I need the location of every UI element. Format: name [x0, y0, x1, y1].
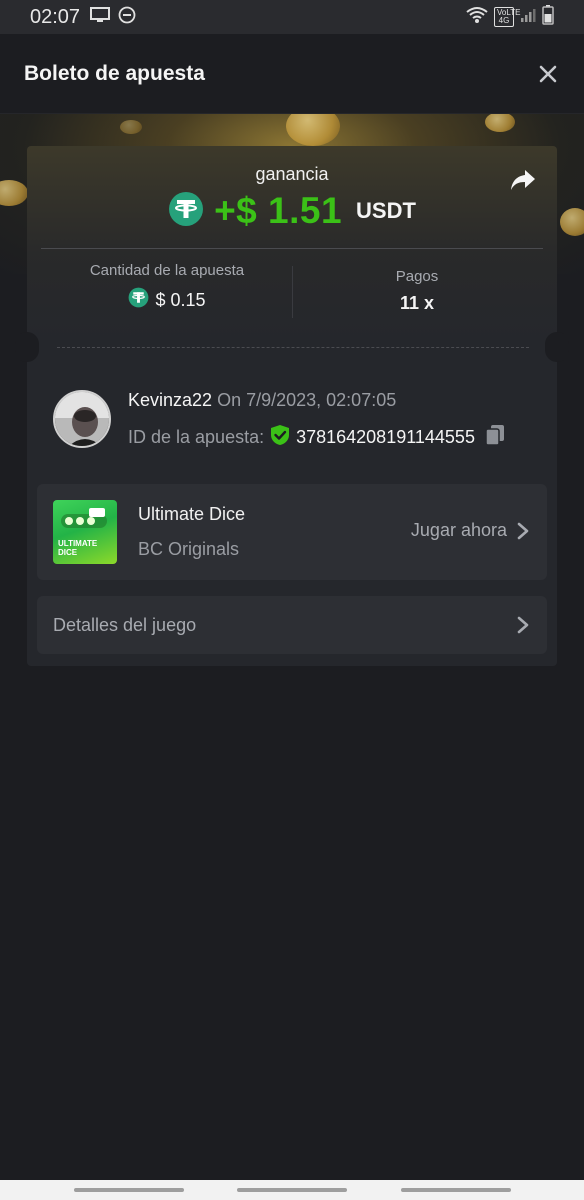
status-time: 02:07 [30, 5, 81, 28]
screen-cast-icon [90, 6, 111, 28]
do-not-disturb-icon [118, 6, 136, 29]
bet-amount-value-row: $ 0.15 [47, 287, 287, 313]
play-now-label: Jugar ahora [410, 520, 507, 540]
chevron-right-icon [517, 616, 529, 634]
bet-amount-label: Cantidad de la apuesta [89, 262, 245, 279]
win-amount: +$ 1.51 [214, 190, 343, 231]
ticket-perforation [57, 347, 529, 348]
signal-icon [520, 7, 536, 28]
header: Boleto de apuesta [0, 34, 584, 114]
bettor-info: Kevinza22 On 7/9/2023, 02:07:05 ID de la… [53, 390, 533, 450]
win-currency: USDT [356, 198, 416, 223]
tether-icon [128, 287, 149, 313]
battery-icon [542, 4, 554, 30]
ticket-notch [15, 332, 39, 362]
wifi-icon [466, 6, 488, 29]
bet-amount-value: $ 0.15 [155, 289, 206, 310]
bet-ticket-card: ganancia +$ 1.51 USDT Cantidad de la apu… [15, 146, 569, 666]
coin-decoration [485, 114, 515, 132]
chevron-right-icon [517, 522, 529, 539]
coin-decoration [560, 208, 584, 236]
recent-apps-button[interactable] [74, 1188, 184, 1192]
bet-date: On 7/9/2023, 02:07:05 [217, 390, 397, 410]
game-thumbnail: ULTIMATE DICE [53, 500, 117, 564]
stat-separator [292, 266, 293, 318]
game-title: Ultimate Dice [138, 504, 246, 524]
payout-stat: Pagos 11 x [297, 262, 537, 314]
copy-button[interactable] [485, 424, 505, 451]
game-provider: BC Originals [138, 539, 240, 559]
payout-value: 11 x [399, 293, 435, 313]
win-amount-row: +$ 1.51 USDT [27, 190, 557, 232]
coin-decoration [0, 180, 28, 206]
ticket-notch [545, 332, 569, 362]
game-details-row[interactable]: Detalles del juego [37, 596, 547, 654]
share-button[interactable] [509, 166, 537, 194]
back-button[interactable] [401, 1188, 511, 1192]
bettor-name-line: Kevinza22 On 7/9/2023, 02:07:05 [128, 390, 396, 411]
bet-id-row: ID de la apuesta: 378164208191144555 [128, 424, 505, 451]
svg-text:ULTIMATE: ULTIMATE [58, 539, 98, 548]
bet-id-label: ID de la apuesta: [128, 427, 265, 447]
status-bar: 02:07 VoLTE 4G [0, 0, 584, 34]
game-card[interactable]: ULTIMATE DICE Ultimate Dice BC Originals… [37, 484, 547, 580]
divider [41, 248, 543, 249]
coin-decoration [120, 120, 142, 134]
network-badge: VoLTE 4G [494, 7, 520, 27]
verified-shield-icon [270, 424, 290, 451]
coin-decoration [286, 114, 340, 146]
bet-amount-stat: Cantidad de la apuesta $ 0.15 [47, 262, 287, 313]
close-icon [539, 65, 557, 82]
system-navigation-bar [0, 1180, 584, 1200]
game-details-label: Detalles del juego [53, 614, 197, 635]
username[interactable]: Kevinza22 [128, 390, 212, 410]
win-label: ganancia [255, 164, 329, 184]
avatar[interactable] [53, 390, 111, 448]
svg-text:DICE: DICE [58, 548, 78, 557]
play-now-link[interactable]: Jugar ahora [411, 520, 529, 541]
payout-label: Pagos [395, 268, 439, 285]
share-icon [511, 170, 535, 190]
tether-icon [168, 191, 204, 232]
copy-icon [485, 425, 504, 446]
close-button[interactable] [536, 62, 560, 86]
home-button[interactable] [237, 1188, 347, 1192]
page-title: Boleto de apuesta [24, 61, 205, 85]
bet-id-value: 378164208191144555 [296, 427, 475, 447]
